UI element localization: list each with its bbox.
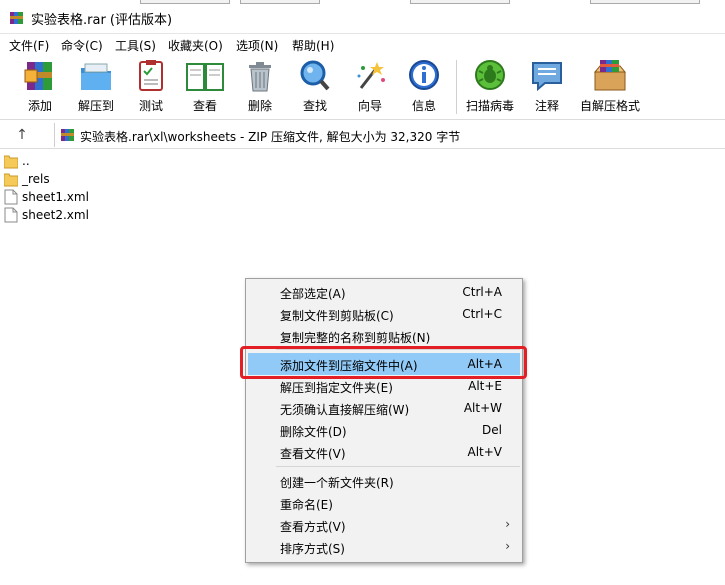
extract-to-label: 解压到 <box>77 99 114 113</box>
menu-tools[interactable]: 工具(S) <box>115 37 156 54</box>
file-name: _rels <box>22 172 50 186</box>
info-icon <box>409 60 439 90</box>
wizard-label: 向导 <box>357 99 382 113</box>
menu-item-shortcut: Alt+V <box>467 445 502 459</box>
magnifier-icon <box>300 60 330 91</box>
menu-item-label: 创建一个新文件夹(R) <box>280 476 394 490</box>
find-label: 查找 <box>302 99 327 113</box>
file-name: .. <box>22 154 30 168</box>
menu-item-sort-mode[interactable]: 排序方式(S) › <box>248 536 520 558</box>
chevron-right-icon: › <box>505 539 510 553</box>
wizard-button[interactable]: 向导 <box>350 58 390 118</box>
delete-label: 删除 <box>247 99 272 113</box>
list-item[interactable]: .. <box>4 152 204 170</box>
test-label: 测试 <box>138 99 163 113</box>
menu-file[interactable]: 文件(F) <box>9 37 49 54</box>
menu-favorites[interactable]: 收藏夹(O) <box>168 37 223 54</box>
menu-item-view-mode[interactable]: 查看方式(V) › <box>248 514 520 536</box>
folder-icon <box>4 173 18 187</box>
menu-item-label: 重命名(E) <box>280 498 333 512</box>
menu-item-rename[interactable]: 重命名(E) <box>248 492 520 514</box>
menu-command[interactable]: 命令(C) <box>61 37 103 54</box>
find-button[interactable]: 查找 <box>295 58 335 118</box>
scan-virus-label: 扫描病毒 <box>465 99 514 113</box>
folder-icon <box>4 155 18 169</box>
menu-item-shortcut: Alt+W <box>463 401 502 415</box>
menu-item-shortcut: Ctrl+A <box>462 285 502 299</box>
comment-button[interactable]: 注释 <box>527 58 567 118</box>
address-bar: ↑ 实验表格.rar\xl\worksheets - ZIP 压缩文件, 解包大… <box>0 121 725 149</box>
menu-item-label: 删除文件(D) <box>280 425 347 439</box>
up-folder-button[interactable]: ↑ <box>10 124 34 146</box>
xml-file-icon <box>4 207 18 223</box>
window-title: 实验表格.rar (评估版本) <box>31 13 173 28</box>
info-button[interactable]: 信息 <box>404 58 444 118</box>
menu-item-label: 解压到指定文件夹(E) <box>280 381 393 395</box>
toolbar-separator <box>456 60 457 114</box>
file-name: sheet1.xml <box>22 190 89 204</box>
menu-bar: 文件(F) 命令(C) 工具(S) 收藏夹(O) 选项(N) 帮助(H) <box>0 35 725 55</box>
address-field[interactable]: 实验表格.rar\xl\worksheets - ZIP 压缩文件, 解包大小为… <box>54 123 725 147</box>
arrow-up-icon: ↑ <box>16 127 28 143</box>
archive-icon <box>61 129 74 141</box>
view-button[interactable]: 查看 <box>183 58 227 118</box>
menu-item-label: 查看文件(V) <box>280 447 346 461</box>
winrar-app-icon <box>10 12 23 24</box>
menu-item-label: 复制文件到剪贴板(C) <box>280 309 394 323</box>
test-clipboard-icon <box>139 60 163 91</box>
view-book-icon <box>186 63 224 91</box>
menu-item-extract-without-confirm[interactable]: 无须确认直接解压缩(W) Alt+W <box>248 397 520 419</box>
add-label: 添加 <box>27 99 52 113</box>
wizard-wand-icon <box>357 62 385 89</box>
add-archive-icon <box>24 62 52 90</box>
menu-item-label: 无须确认直接解压缩(W) <box>280 403 410 417</box>
scan-virus-button[interactable]: 扫描病毒 <box>463 58 517 118</box>
delete-button[interactable]: 删除 <box>240 58 280 118</box>
xml-file-icon <box>4 189 18 205</box>
menu-item-label: 排序方式(S) <box>280 542 345 556</box>
add-button[interactable]: 添加 <box>18 58 62 118</box>
menu-item-select-all[interactable]: 全部选定(A) Ctrl+A <box>248 281 520 303</box>
menu-separator <box>276 466 520 467</box>
trash-can-icon <box>249 62 271 92</box>
sfx-button[interactable]: 自解压格式 <box>578 58 642 118</box>
menu-item-view-file[interactable]: 查看文件(V) Alt+V <box>248 441 520 463</box>
test-button[interactable]: 测试 <box>131 58 171 118</box>
title-bar: 实验表格.rar (评估版本) <box>0 0 725 34</box>
list-item[interactable]: sheet2.xml <box>4 206 204 224</box>
list-item[interactable]: _rels <box>4 170 204 188</box>
list-item[interactable]: sheet1.xml <box>4 188 204 206</box>
menu-item-label: 全部选定(A) <box>280 287 346 301</box>
background-window-strip <box>0 0 725 5</box>
menu-item-label: 查看方式(V) <box>280 520 346 534</box>
menu-help[interactable]: 帮助(H) <box>292 37 334 54</box>
view-label: 查看 <box>192 99 217 113</box>
context-menu: 全部选定(A) Ctrl+A 复制文件到剪贴板(C) Ctrl+C 复制完整的名… <box>245 278 523 563</box>
menu-item-shortcut: Del <box>482 423 502 437</box>
menu-item-shortcut: Alt+E <box>468 379 502 393</box>
menu-item-new-folder[interactable]: 创建一个新文件夹(R) <box>248 470 520 492</box>
menu-item-label: 复制完整的名称到剪贴板(N) <box>280 331 431 345</box>
comment-label: 注释 <box>534 99 559 113</box>
highlight-annotation-box <box>240 346 527 379</box>
menu-item-copy-full-name[interactable]: 复制完整的名称到剪贴板(N) <box>248 325 520 347</box>
menu-item-shortcut: Ctrl+C <box>462 307 502 321</box>
toolbar: 添加 解压到 测试 查看 删除 查找 向导 信息 扫描病毒 注释 自解压格式 <box>0 56 725 120</box>
chevron-right-icon: › <box>505 517 510 531</box>
sfx-label: 自解压格式 <box>579 99 640 113</box>
comment-icon <box>532 62 562 92</box>
extract-to-button[interactable]: 解压到 <box>73 58 119 118</box>
extract-folder-icon <box>81 63 111 90</box>
sfx-box-icon <box>593 60 627 91</box>
file-name: sheet2.xml <box>22 208 89 222</box>
info-label: 信息 <box>411 99 436 113</box>
virus-scan-icon <box>475 60 505 90</box>
address-path: 实验表格.rar\xl\worksheets - ZIP 压缩文件, 解包大小为… <box>80 130 461 144</box>
menu-item-copy-files[interactable]: 复制文件到剪贴板(C) Ctrl+C <box>248 303 520 325</box>
menu-options[interactable]: 选项(N) <box>236 37 278 54</box>
menu-item-delete-files[interactable]: 删除文件(D) Del <box>248 419 520 441</box>
